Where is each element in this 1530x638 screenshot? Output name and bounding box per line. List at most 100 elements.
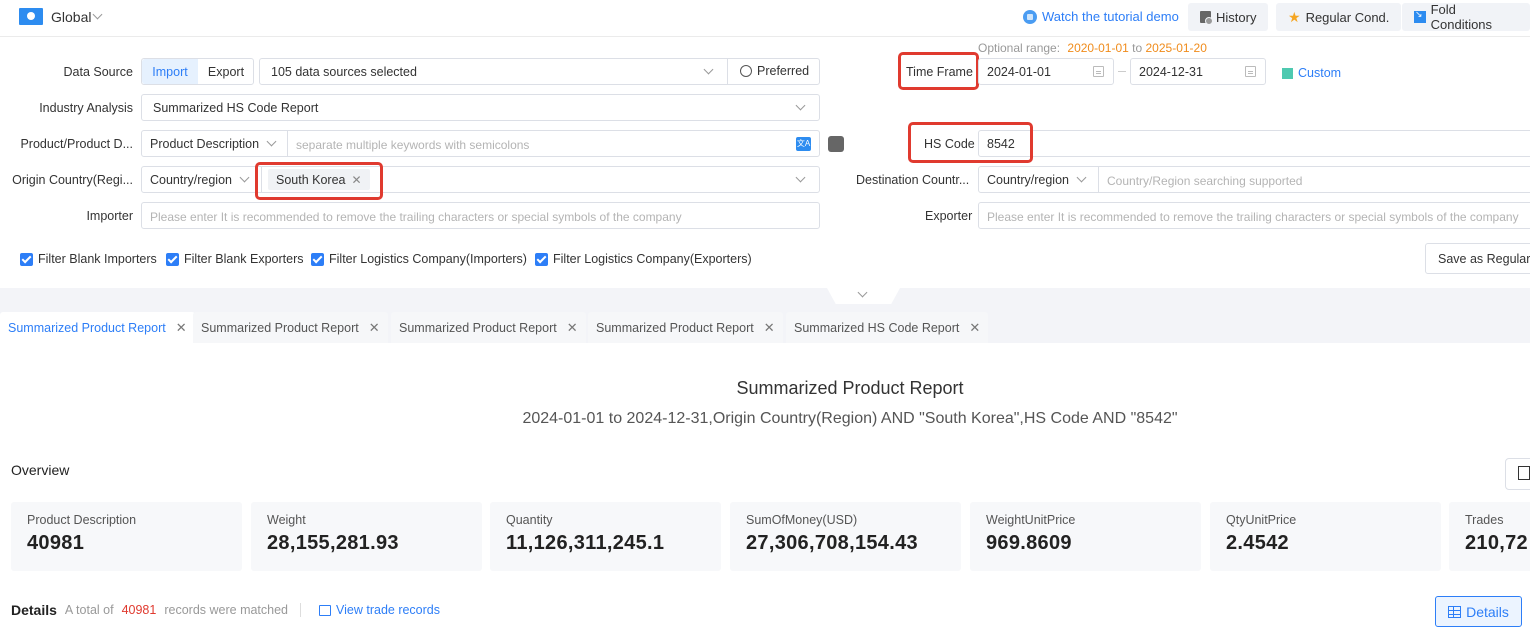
report-subtitle: 2024-01-01 to 2024-12-31,Origin Country(…: [522, 410, 1178, 427]
checkbox-checked-icon: [166, 252, 179, 266]
origin-label: Origin Country(Regi...: [12, 173, 133, 187]
optional-range-to-word: to: [1132, 41, 1143, 55]
stat-card: Weight 28,155,281.93: [251, 502, 482, 571]
filter-logistics-exporters-checkbox[interactable]: Filter Logistics Company(Exporters): [535, 252, 752, 266]
history-label: History: [1216, 9, 1257, 25]
hs-code-input[interactable]: [978, 130, 1530, 157]
importer-placeholder: Please enter It is recommended to remove…: [150, 210, 682, 224]
region-selector[interactable]: Global: [51, 9, 91, 25]
checkbox-checked-icon: [311, 252, 324, 266]
divider: [287, 131, 288, 156]
product-type-select[interactable]: Product Description: [150, 137, 259, 151]
start-date-value: 2024-01-01: [987, 65, 1051, 79]
custom-icon: [1282, 67, 1293, 79]
translate-icon[interactable]: 文A: [796, 137, 811, 151]
preferred-button[interactable]: Preferred: [740, 64, 809, 78]
checkbox-label: Filter Logistics Company(Importers): [329, 252, 527, 266]
details-suffix: records were matched: [164, 603, 289, 617]
tab-summarized-hs-code-report[interactable]: Summarized HS Code Report ✕: [786, 312, 989, 343]
close-icon[interactable]: ✕: [567, 320, 578, 336]
globe-icon[interactable]: [19, 8, 43, 25]
destination-input[interactable]: Country/Region searching supported: [1107, 174, 1302, 188]
details-button-label: Details: [1466, 603, 1509, 620]
origin-type-select[interactable]: Country/region: [150, 173, 232, 187]
video-icon: [1023, 9, 1037, 24]
exporter-label: Exporter: [925, 209, 973, 223]
view-trade-records-label: View trade records: [336, 603, 441, 617]
data-source-value: 105 data sources selected: [271, 65, 417, 79]
import-tab[interactable]: Import: [142, 59, 198, 84]
fold-label: Fold Conditions: [1430, 2, 1493, 32]
divider: [1098, 167, 1099, 192]
details-button[interactable]: Details: [1435, 596, 1522, 627]
fold-conditions-button[interactable]: Fold Conditions: [1402, 2, 1530, 32]
search-swap-icon[interactable]: [828, 136, 844, 152]
tutorial-label: Watch the tutorial demo: [1042, 9, 1179, 24]
stat-label: Weight: [267, 513, 306, 527]
tab-summarized-product-report[interactable]: Summarized Product Report ✕: [391, 312, 586, 343]
stat-card: Product Description 40981: [11, 502, 242, 571]
overview-heading: Overview: [11, 462, 70, 478]
industry-label: Industry Analysis: [39, 101, 133, 115]
tab-summarized-product-report[interactable]: Summarized Product Report ✕: [193, 312, 388, 343]
tab-label: Summarized Product Report: [399, 320, 557, 335]
tutorial-link[interactable]: Watch the tutorial demo: [1023, 9, 1179, 24]
checkbox-label: Filter Blank Importers: [38, 252, 157, 266]
close-icon[interactable]: ✕: [969, 320, 980, 336]
filter-logistics-importers-checkbox[interactable]: Filter Logistics Company(Importers): [311, 252, 527, 266]
stat-value: 28,155,281.93: [267, 532, 399, 554]
save-as-regular-button[interactable]: Save as Regular: [1425, 243, 1530, 274]
check-circle-icon: [740, 65, 752, 77]
regular-cond-label: Regular Cond.: [1305, 9, 1390, 25]
checkbox-checked-icon: [535, 252, 548, 266]
tab-label: Summarized Product Report: [201, 320, 359, 335]
calendar-icon[interactable]: [1093, 66, 1104, 77]
report-title: Summarized Product Report: [736, 378, 964, 398]
industry-value: Summarized HS Code Report: [153, 101, 319, 115]
checkbox-label: Filter Blank Exporters: [184, 252, 304, 266]
stat-card: QtyUnitPrice 2.4542: [1210, 502, 1441, 571]
close-icon[interactable]: ✕: [369, 320, 380, 336]
checkbox-checked-icon: [20, 252, 33, 266]
tab-summarized-product-report[interactable]: Summarized Product Report ✕: [0, 312, 195, 343]
layout-icon: [1518, 466, 1530, 480]
custom-button[interactable]: Custom: [1282, 66, 1341, 80]
tab-summarized-product-report[interactable]: Summarized Product Report ✕: [588, 312, 783, 343]
product-label: Product/Product D...: [20, 137, 133, 151]
range-dash: [1118, 71, 1126, 72]
destination-label: Destination Countr...: [856, 173, 970, 187]
preferred-label: Preferred: [757, 64, 810, 78]
details-summary: Details A total of 40981 records were ma…: [11, 602, 440, 618]
highlight-box: [908, 122, 1033, 163]
stat-label: Quantity: [506, 513, 553, 527]
record-count: 40981: [121, 603, 157, 617]
tab-label: Summarized HS Code Report: [794, 320, 960, 335]
view-trade-records-link[interactable]: View trade records: [319, 603, 440, 617]
fold-icon: [1414, 9, 1426, 23]
records-icon: [319, 604, 332, 616]
custom-label: Custom: [1298, 66, 1342, 80]
calendar-icon[interactable]: [1245, 66, 1256, 77]
stat-label: WeightUnitPrice: [986, 513, 1076, 527]
stat-value: 27,306,708,154.43: [746, 532, 918, 554]
filter-blank-importers-checkbox[interactable]: Filter Blank Importers: [20, 252, 157, 266]
close-icon[interactable]: ✕: [176, 320, 187, 336]
stat-label: Trades: [1465, 513, 1504, 527]
destination-type-select[interactable]: Country/region: [987, 173, 1069, 187]
stat-card: SumOfMoney(USD) 27,306,708,154.43: [730, 502, 961, 571]
export-tab[interactable]: Export: [198, 58, 254, 85]
checkbox-label: Filter Logistics Company(Exporters): [553, 252, 752, 266]
data-source-label: Data Source: [63, 65, 133, 79]
optional-range-label: Optional range:: [978, 41, 1061, 55]
tab-label: Summarized Product Report: [8, 320, 166, 335]
end-date-value: 2024-12-31: [1139, 65, 1203, 79]
filter-blank-exporters-checkbox[interactable]: Filter Blank Exporters: [166, 252, 303, 266]
product-keyword-input[interactable]: separate multiple keywords with semicolo…: [296, 138, 529, 152]
stat-card: WeightUnitPrice 969.8609: [970, 502, 1201, 571]
close-icon[interactable]: ✕: [764, 320, 775, 336]
history-button[interactable]: History: [1188, 3, 1269, 31]
chevron-down-icon[interactable]: [92, 9, 103, 20]
regular-cond-button[interactable]: ★ Regular Cond.: [1276, 3, 1402, 31]
importer-label: Importer: [86, 209, 133, 223]
divider: [727, 58, 728, 85]
